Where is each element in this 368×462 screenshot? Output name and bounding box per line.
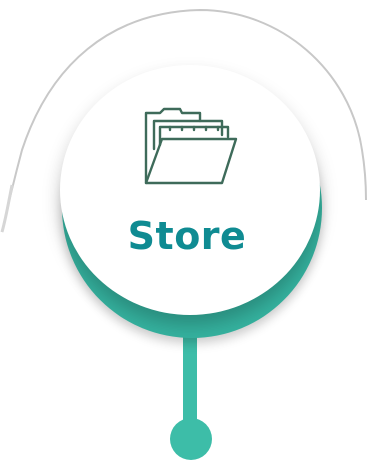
diagram-node: Store [0, 0, 368, 462]
node-label: Store [127, 214, 247, 258]
connector-dot [170, 418, 212, 460]
folder-icon [144, 107, 238, 185]
node-circle [60, 65, 320, 315]
